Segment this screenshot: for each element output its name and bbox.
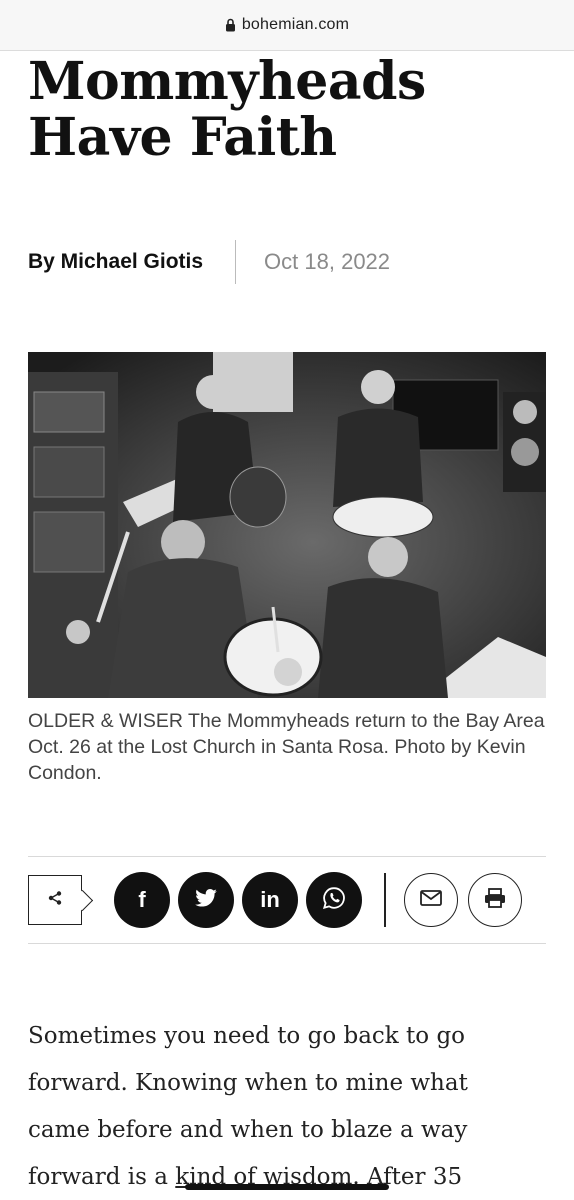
byline: By Michael Giotis Oct 18, 2022 — [28, 240, 390, 284]
article-photo — [28, 352, 546, 698]
whatsapp-icon — [322, 886, 346, 915]
linkedin-share-button[interactable]: in — [242, 872, 298, 928]
twitter-share-button[interactable] — [178, 872, 234, 928]
photo-caption: OLDER & WISER The Mommyheads return to t… — [28, 710, 545, 784]
linkedin-icon: in — [260, 887, 280, 912]
email-share-button[interactable] — [403, 873, 458, 927]
envelope-icon — [419, 889, 442, 911]
facebook-icon: f — [138, 887, 146, 912]
home-indicator — [185, 1184, 389, 1190]
facebook-share-button[interactable]: f — [114, 872, 170, 928]
share-divider — [384, 873, 386, 927]
url-text[interactable]: bohemian.com — [242, 16, 349, 34]
article-body: Sometimes you need to go back to go forw… — [28, 1013, 528, 1200]
share-bar: f in — [28, 870, 546, 930]
share-top-rule — [28, 856, 546, 857]
share-bottom-rule — [28, 943, 546, 944]
browser-url-bar[interactable]: bohemian.com — [0, 0, 574, 51]
bird-icon — [195, 888, 217, 912]
print-button[interactable] — [467, 873, 522, 927]
share-toggle-button[interactable] — [28, 875, 82, 925]
share-icon — [47, 890, 63, 911]
whatsapp-share-button[interactable] — [306, 872, 362, 928]
printer-icon — [484, 887, 506, 913]
article-title: Mommyheads Have Faith — [28, 51, 426, 168]
lock-icon — [225, 18, 236, 32]
author-link[interactable]: By Michael Giotis — [28, 250, 235, 274]
publish-date: Oct 18, 2022 — [264, 249, 391, 274]
